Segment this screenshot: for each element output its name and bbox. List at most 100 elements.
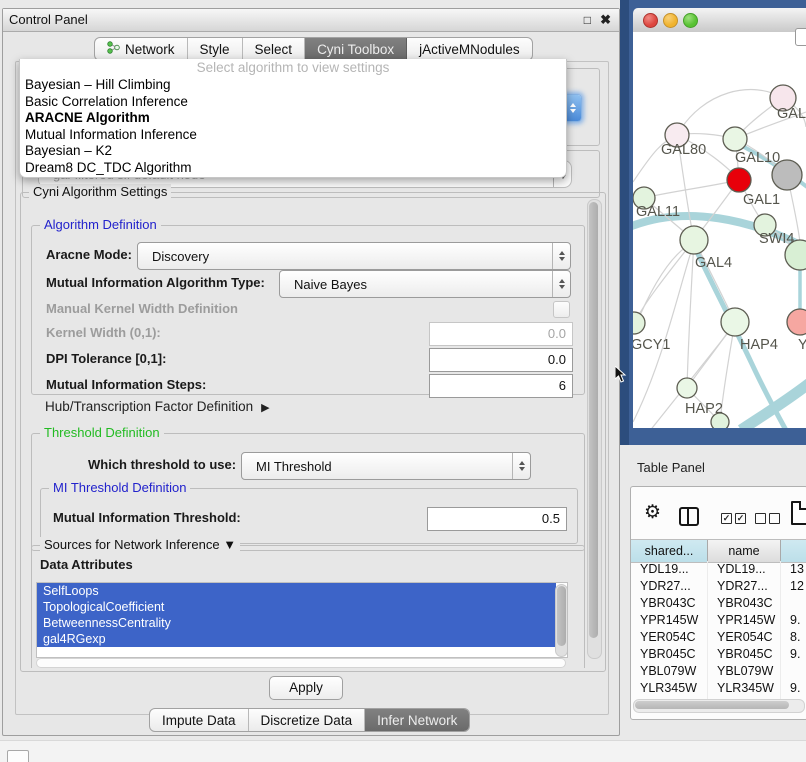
apply-button[interactable]: Apply — [269, 676, 343, 700]
network-view-window: GAL GAL80 GAL10 GAL1 GAL11 SWI4 GAL4 GCY… — [633, 8, 806, 428]
mi-threshold-field[interactable]: 0.5 — [427, 507, 567, 531]
gear-icon[interactable]: ⚙ — [644, 503, 661, 523]
aracne-mode-combobox[interactable]: Discovery — [137, 242, 571, 270]
minimize-traffic-light[interactable] — [663, 13, 678, 28]
table-row[interactable]: YBR045CYBR045C9. — [631, 646, 806, 663]
algorithm-option[interactable]: Mutual Information Inference — [20, 127, 566, 144]
table-horizontal-scrollbar[interactable] — [633, 699, 805, 713]
select-all-columns-icon[interactable]: ✓✓ — [721, 513, 749, 531]
mi-steps-field[interactable]: 6 — [429, 374, 573, 398]
manual-kernel-checkbox[interactable] — [553, 301, 570, 318]
control-panel-window: Control Panel □ ✖ Network Style S — [2, 8, 620, 736]
table-header-row: shared... name — [631, 539, 806, 563]
mouse-cursor — [615, 366, 627, 384]
list-item[interactable]: gal4RGexp — [37, 631, 556, 647]
column-header-shared-name[interactable]: shared... — [631, 540, 708, 562]
node-label: HAP4 — [740, 337, 778, 353]
minimized-panel-icon[interactable] — [7, 750, 29, 762]
mi-threshold-label: Mutual Information Threshold: — [53, 505, 241, 531]
algorithm-option-selected[interactable]: ARACNE Algorithm — [20, 110, 566, 127]
node-label: Y — [798, 337, 806, 353]
cyni-mode-tabbar: Impute Data Discretize Data Infer Networ… — [149, 708, 470, 732]
node-label: SWI4 — [759, 231, 794, 247]
dpi-tolerance-label: DPI Tolerance [0,1]: — [46, 346, 166, 372]
zoom-traffic-light[interactable] — [683, 13, 698, 28]
table-row[interactable]: YPR145WYPR145W9. — [631, 612, 806, 629]
network-canvas[interactable]: GAL GAL80 GAL10 GAL1 GAL11 SWI4 GAL4 GCY… — [633, 32, 806, 428]
combo-stepper-icon — [552, 271, 570, 297]
table-row[interactable]: YDR27...YDR27...12 — [631, 578, 806, 595]
list-item[interactable]: TopologicalCoefficient — [37, 599, 556, 615]
tab-select[interactable]: Select — [243, 38, 306, 60]
algorithm-option[interactable]: Bayesian – Hill Climbing — [20, 77, 566, 94]
control-panel-tabbar: Network Style Select Cyni Toolbox jActiv… — [94, 37, 533, 61]
node-label: GCY1 — [633, 337, 671, 353]
network-node[interactable] — [680, 226, 708, 254]
dpi-tolerance-field[interactable]: 0.0 — [429, 348, 573, 372]
collapse-down-icon[interactable]: ▼ — [223, 537, 236, 552]
algorithm-option[interactable]: Bayesian – K2 — [20, 143, 566, 160]
table-panel-title: Table Panel — [637, 460, 705, 475]
network-node[interactable] — [727, 168, 751, 192]
tab-impute-data[interactable]: Impute Data — [150, 709, 249, 731]
node-label: GAL — [777, 106, 806, 122]
float-window-icon[interactable]: □ — [584, 9, 591, 31]
attributes-scrollbar-thumb[interactable] — [557, 586, 566, 646]
collapsed-scrollbar[interactable] — [795, 28, 806, 46]
tab-jactivemnodules[interactable]: jActiveMNodules — [407, 38, 532, 60]
network-node[interactable] — [677, 378, 697, 398]
column-header-clipped[interactable] — [781, 540, 806, 562]
settings-group-title: Cyni Algorithm Settings — [29, 184, 171, 199]
kernel-width-field[interactable]: 0.0 — [429, 322, 573, 346]
tab-discretize-data[interactable]: Discretize Data — [249, 709, 366, 731]
window-title: Control Panel — [9, 9, 88, 31]
algorithm-option[interactable]: Dream8 DC_TDC Algorithm — [20, 160, 566, 177]
hub-definition-expander[interactable]: Hub/Transcription Factor Definition▶ — [45, 399, 270, 414]
algorithm-definition-group: Algorithm Definition Aracne Mode: Discov… — [31, 225, 585, 395]
algorithm-dropdown-popup: Select algorithm to view settings Bayesi… — [19, 59, 567, 178]
mi-type-combobox[interactable]: Naive Bayes — [279, 270, 571, 298]
table-row[interactable]: YER054CYER054C8. — [631, 629, 806, 646]
threshold-definition-title: Threshold Definition — [40, 425, 164, 440]
table-hscrollbar-thumb[interactable] — [635, 701, 789, 709]
attributes-hscrollbar[interactable] — [36, 658, 566, 668]
tab-style[interactable]: Style — [188, 38, 243, 60]
mi-steps-label: Mutual Information Steps: — [46, 372, 206, 398]
which-threshold-combobox[interactable]: MI Threshold — [241, 452, 531, 480]
node-label: GAL1 — [743, 192, 780, 208]
close-traffic-light[interactable] — [643, 13, 658, 28]
settings-scrollbar[interactable] — [587, 199, 602, 659]
network-node[interactable] — [721, 308, 749, 336]
table-row[interactable]: YLR345WYLR345W9. — [631, 680, 806, 697]
deselect-all-columns-icon[interactable] — [755, 513, 783, 531]
data-attributes-list[interactable]: SelfLoops TopologicalCoefficient Between… — [36, 582, 568, 658]
tab-network[interactable]: Network — [95, 38, 188, 60]
table-row[interactable]: YBR043CYBR043C — [631, 595, 806, 612]
node-label: GAL4 — [695, 255, 732, 271]
algorithm-option[interactable]: Basic Correlation Inference — [20, 94, 566, 111]
table-row[interactable]: YDL19...YDL19...13 — [631, 561, 806, 578]
control-panel-titlebar: Control Panel □ ✖ — [3, 9, 619, 32]
settings-scrollbar-thumb[interactable] — [589, 202, 598, 638]
kernel-width-label: Kernel Width (0,1): — [46, 320, 161, 346]
column-header-name[interactable]: name — [708, 540, 781, 562]
list-item[interactable]: SelfLoops — [37, 583, 556, 599]
application-root: Control Panel □ ✖ Network Style S — [0, 0, 806, 762]
threshold-definition-group: Threshold Definition Which threshold to … — [31, 433, 585, 551]
mi-type-label: Mutual Information Algorithm Type: — [46, 270, 265, 296]
mi-threshold-definition-group: MI Threshold Definition Mutual Informati… — [40, 488, 578, 544]
table-row[interactable]: YBL079WYBL079W — [631, 663, 806, 680]
import-table-icon[interactable] — [791, 501, 806, 525]
tab-infer-network[interactable]: Infer Network — [365, 709, 469, 731]
network-node[interactable] — [723, 127, 747, 151]
combo-stepper-icon — [512, 453, 530, 479]
network-node[interactable] — [787, 309, 806, 335]
attributes-scrollbar[interactable] — [555, 584, 568, 657]
network-node-labels: GAL GAL80 GAL10 GAL1 GAL11 SWI4 GAL4 GCY… — [633, 106, 806, 417]
close-window-icon[interactable]: ✖ — [600, 9, 611, 31]
network-window-titlebar — [633, 8, 806, 33]
tab-cyni-toolbox[interactable]: Cyni Toolbox — [305, 38, 407, 60]
column-browser-icon[interactable] — [679, 507, 699, 526]
network-node[interactable] — [633, 312, 645, 334]
list-item[interactable]: BetweennessCentrality — [37, 615, 556, 631]
